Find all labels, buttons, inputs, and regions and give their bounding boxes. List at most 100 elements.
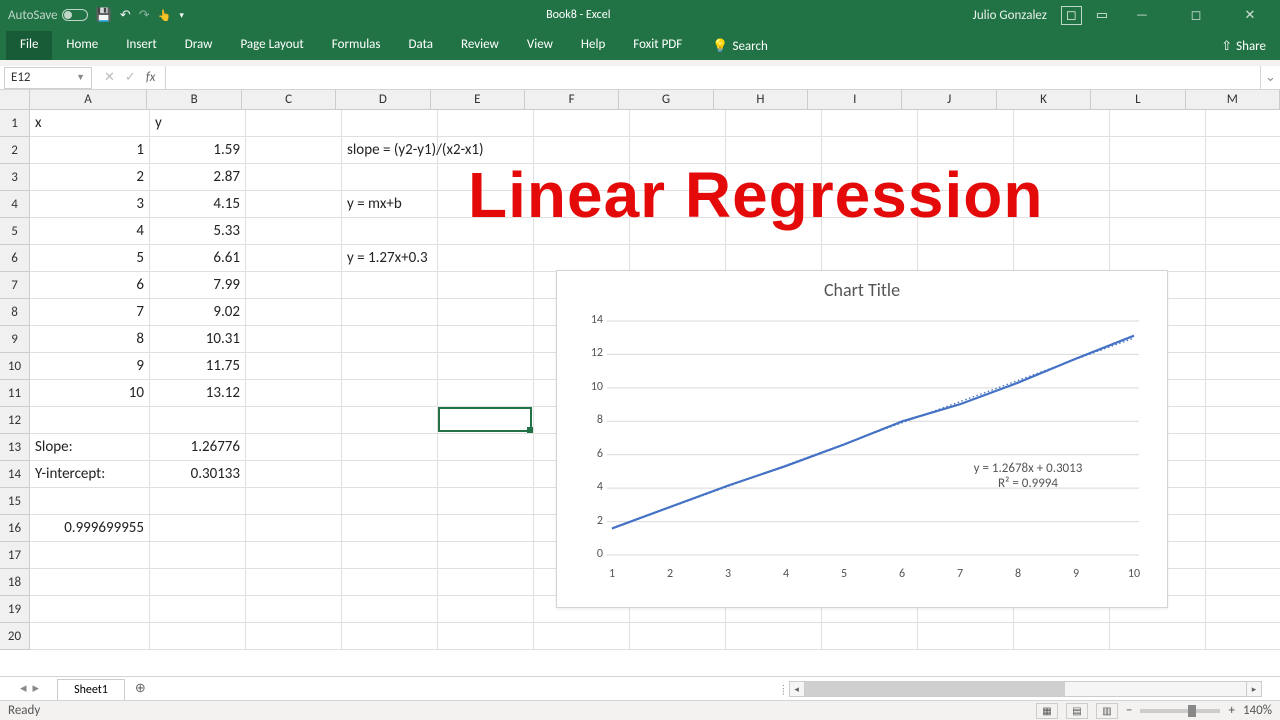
- cell-empty[interactable]: [726, 110, 822, 137]
- save-icon[interactable]: 💾: [96, 8, 112, 23]
- cell-empty[interactable]: [342, 515, 438, 542]
- hscroll-split-icon[interactable]: ⁞: [782, 683, 785, 696]
- cell-empty[interactable]: [246, 326, 342, 353]
- cell-A2[interactable]: 1: [30, 137, 150, 164]
- maximize-icon[interactable]: ◻: [1176, 8, 1216, 23]
- cell-empty[interactable]: [438, 434, 534, 461]
- cell-B1[interactable]: y: [150, 110, 246, 137]
- cell-empty[interactable]: [246, 299, 342, 326]
- chart-object[interactable]: Chart Title y = 1.2678x + 0.3013 R² = 0.…: [556, 270, 1168, 608]
- cell-empty[interactable]: [534, 623, 630, 650]
- cell-empty[interactable]: [1206, 299, 1280, 326]
- cell-empty[interactable]: [1206, 272, 1280, 299]
- tab-help[interactable]: Help: [567, 31, 619, 60]
- cell-B9[interactable]: 10.31: [150, 326, 246, 353]
- cell-empty[interactable]: [918, 623, 1014, 650]
- cell-empty[interactable]: [1206, 623, 1280, 650]
- cell-B6[interactable]: 6.61: [150, 245, 246, 272]
- cell-empty[interactable]: [1206, 488, 1280, 515]
- cell-D4[interactable]: y = mx+b: [342, 191, 438, 218]
- name-box-dropdown-icon[interactable]: ▼: [76, 72, 85, 83]
- cell-empty[interactable]: [150, 569, 246, 596]
- cell-empty[interactable]: [342, 488, 438, 515]
- cell-empty[interactable]: [246, 407, 342, 434]
- cell-empty[interactable]: [1014, 245, 1110, 272]
- cell-A6[interactable]: 5: [30, 245, 150, 272]
- cell-empty[interactable]: [342, 407, 438, 434]
- cell-A13[interactable]: Slope:: [30, 434, 150, 461]
- tab-formulas[interactable]: Formulas: [318, 31, 395, 60]
- col-header-M[interactable]: M: [1186, 90, 1280, 109]
- select-all-corner[interactable]: [0, 90, 30, 109]
- autosave-toggle[interactable]: AutoSave: [8, 8, 88, 23]
- cell-empty[interactable]: [30, 569, 150, 596]
- cell-empty[interactable]: [630, 623, 726, 650]
- row-header-13[interactable]: 13: [0, 434, 30, 461]
- tab-data[interactable]: Data: [395, 31, 448, 60]
- user-avatar-icon[interactable]: ◻: [1061, 6, 1082, 25]
- cell-empty[interactable]: [246, 542, 342, 569]
- cell-empty[interactable]: [150, 515, 246, 542]
- cell-empty[interactable]: [30, 596, 150, 623]
- cell-A8[interactable]: 7: [30, 299, 150, 326]
- cell-empty[interactable]: [1206, 353, 1280, 380]
- cell-empty[interactable]: [438, 596, 534, 623]
- cell-empty[interactable]: [246, 380, 342, 407]
- cell-empty[interactable]: [150, 623, 246, 650]
- tab-foxitpdf[interactable]: Foxit PDF: [619, 31, 696, 60]
- row-header-20[interactable]: 20: [0, 623, 30, 650]
- cell-empty[interactable]: [438, 623, 534, 650]
- cell-empty[interactable]: [342, 434, 438, 461]
- tab-review[interactable]: Review: [447, 31, 513, 60]
- cell-empty[interactable]: [342, 272, 438, 299]
- col-header-I[interactable]: I: [808, 90, 902, 109]
- cell-empty[interactable]: [534, 245, 630, 272]
- cell-empty[interactable]: [630, 245, 726, 272]
- cell-empty[interactable]: [1110, 623, 1206, 650]
- cell-empty[interactable]: [246, 164, 342, 191]
- cell-empty[interactable]: [30, 542, 150, 569]
- row-header-8[interactable]: 8: [0, 299, 30, 326]
- cell-empty[interactable]: [438, 245, 534, 272]
- minimize-icon[interactable]: —: [1122, 8, 1162, 23]
- cell-empty[interactable]: [822, 110, 918, 137]
- cell-empty[interactable]: [1014, 623, 1110, 650]
- sheet-nav-prev-icon[interactable]: ◂: [20, 681, 27, 696]
- col-header-J[interactable]: J: [902, 90, 996, 109]
- cell-empty[interactable]: [822, 245, 918, 272]
- view-normal-icon[interactable]: ▦: [1036, 703, 1058, 719]
- tab-view[interactable]: View: [513, 31, 567, 60]
- cell-empty[interactable]: [246, 353, 342, 380]
- cell-empty[interactable]: [1206, 191, 1280, 218]
- cell-empty[interactable]: [1110, 218, 1206, 245]
- cell-empty[interactable]: [246, 191, 342, 218]
- horizontal-scrollbar[interactable]: ⁞ ◂ ▸: [782, 681, 1262, 697]
- cell-empty[interactable]: [438, 542, 534, 569]
- row-header-18[interactable]: 18: [0, 569, 30, 596]
- enter-formula-icon[interactable]: ✓: [125, 70, 136, 85]
- touch-mode-icon[interactable]: 👆: [158, 9, 172, 22]
- cell-A3[interactable]: 2: [30, 164, 150, 191]
- formula-expand-icon[interactable]: ⌄: [1260, 66, 1280, 89]
- cell-empty[interactable]: [918, 110, 1014, 137]
- col-header-E[interactable]: E: [431, 90, 525, 109]
- cell-empty[interactable]: [150, 542, 246, 569]
- cell-empty[interactable]: [246, 218, 342, 245]
- cell-empty[interactable]: [438, 272, 534, 299]
- sheet-tab-sheet1[interactable]: Sheet1: [57, 679, 125, 700]
- cell-empty[interactable]: [534, 110, 630, 137]
- cell-empty[interactable]: [342, 353, 438, 380]
- cell-empty[interactable]: [630, 110, 726, 137]
- view-pagebreak-icon[interactable]: ▥: [1096, 703, 1118, 719]
- row-header-2[interactable]: 2: [0, 137, 30, 164]
- col-header-L[interactable]: L: [1091, 90, 1185, 109]
- tab-file[interactable]: File: [6, 31, 52, 60]
- cell-empty[interactable]: [342, 569, 438, 596]
- cell-B2[interactable]: 1.59: [150, 137, 246, 164]
- user-name[interactable]: Julio Gonzalez: [973, 8, 1047, 23]
- col-header-H[interactable]: H: [714, 90, 808, 109]
- chart-title[interactable]: Chart Title: [557, 271, 1167, 303]
- cell-empty[interactable]: [246, 137, 342, 164]
- cell-empty[interactable]: [342, 623, 438, 650]
- hscroll-thumb[interactable]: [805, 682, 1065, 696]
